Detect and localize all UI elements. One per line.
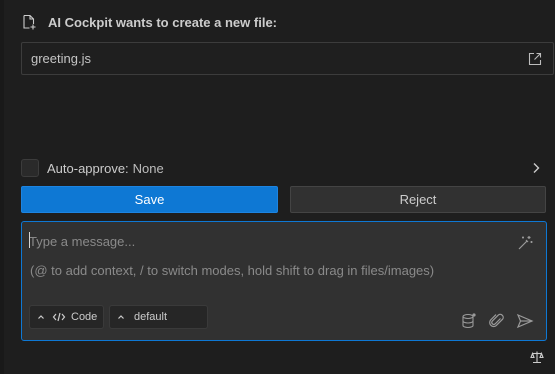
profile-label: default — [134, 311, 168, 323]
approval-title: AI Cockpit wants to create a new file: — [48, 14, 277, 30]
file-approval-panel: AI Cockpit wants to create a new file: g… — [0, 0, 555, 374]
chevron-up-icon — [116, 312, 126, 322]
chevron-up-icon — [36, 312, 46, 322]
mode-selector[interactable]: Code — [29, 305, 104, 329]
panel-edge — [0, 0, 4, 374]
message-composer: (@ to add context, / to switch modes, ho… — [21, 221, 547, 341]
auto-approve-label: Auto-approve: — [47, 160, 129, 176]
file-name-box[interactable]: greeting.js — [21, 42, 554, 75]
file-name: greeting.js — [31, 51, 91, 66]
profile-selector[interactable]: default — [109, 305, 208, 329]
enhance-prompt-icon[interactable] — [516, 234, 534, 252]
paperclip-icon[interactable] — [488, 312, 506, 330]
message-input[interactable] — [29, 231, 499, 251]
reject-button[interactable]: Reject — [290, 186, 546, 213]
auto-approve-checkbox[interactable] — [21, 159, 39, 177]
composer-hint: (@ to add context, / to switch modes, ho… — [30, 263, 435, 278]
chevron-right-icon[interactable] — [529, 161, 543, 175]
auto-approve-value: None — [132, 160, 164, 176]
open-external-icon[interactable] — [527, 51, 543, 67]
new-file-icon — [21, 14, 37, 30]
send-icon[interactable] — [516, 312, 534, 330]
mode-label: Code — [71, 311, 98, 323]
text-cursor — [29, 232, 30, 248]
approval-header: AI Cockpit wants to create a new file: — [21, 14, 277, 30]
database-icon[interactable] — [460, 312, 478, 330]
code-icon — [52, 311, 66, 323]
auto-approve-row[interactable]: Auto-approve: None — [21, 159, 547, 177]
scale-icon[interactable] — [530, 350, 544, 364]
save-button[interactable]: Save — [21, 186, 278, 213]
